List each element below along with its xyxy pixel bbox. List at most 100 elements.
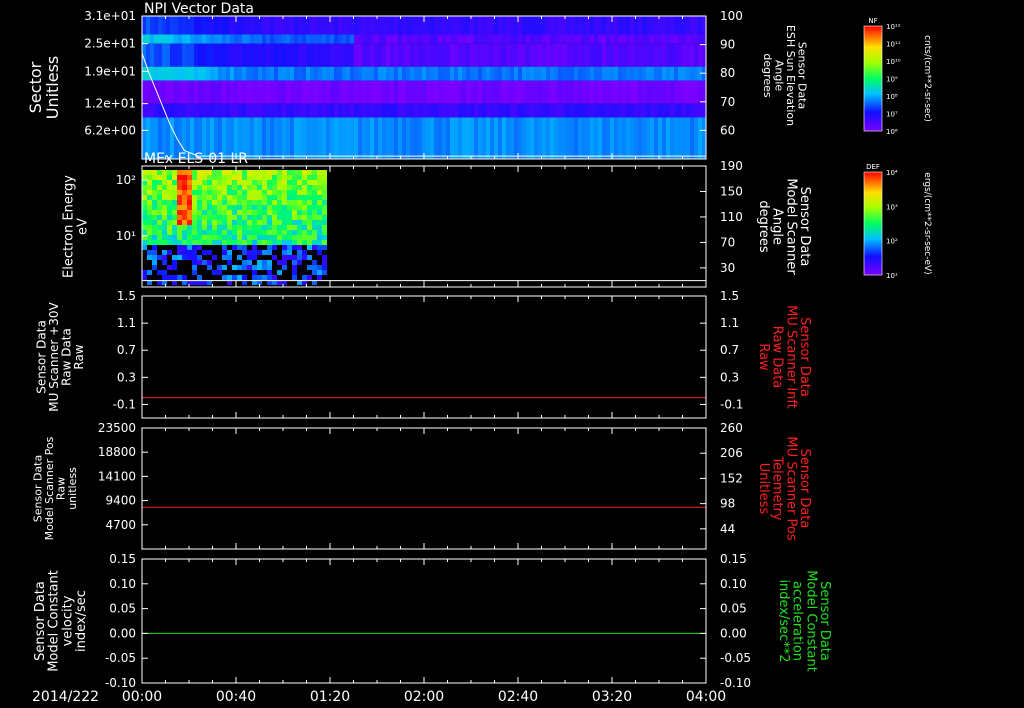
heatmap-cell (474, 16, 479, 35)
heatmap-cell (266, 80, 271, 104)
heatmap-cell (250, 80, 255, 104)
spectrogram-cell (312, 220, 317, 225)
spectrogram-cell (162, 240, 167, 245)
spectrogram-cell (247, 240, 252, 245)
heatmap-cell (150, 43, 155, 67)
spectrogram-cell (262, 175, 267, 180)
spectrogram-cell (277, 240, 282, 245)
spectrogram-cell (272, 235, 277, 240)
spectrogram-cell (152, 205, 157, 210)
spectrogram-cell (297, 250, 302, 255)
heatmap-cell (222, 66, 227, 81)
spectrogram-cell (167, 215, 172, 220)
heatmap-cell (642, 117, 647, 159)
spectrogram-cell (307, 235, 312, 240)
heatmap-cell (478, 80, 483, 104)
spectrogram-cell (147, 210, 152, 215)
spectrogram-cell (237, 255, 242, 260)
heatmap-cell (210, 34, 215, 44)
spectrogram-cell (287, 250, 292, 255)
heatmap-cell (518, 43, 523, 67)
spectrogram-cell (252, 240, 257, 245)
heatmap-cell (146, 16, 151, 35)
spectrogram-cell (322, 265, 327, 270)
heatmap-cell (486, 66, 491, 81)
heatmap-cell (674, 16, 679, 35)
heatmap-cell (618, 66, 623, 81)
heatmap-cell (390, 43, 395, 67)
nf-colorbar: NF10¹²10¹¹10¹⁰10⁹10⁸10⁷10⁶cnts/(cm**2-sr… (863, 17, 932, 136)
heatmap-cell (358, 80, 363, 104)
colorbar-units: ergs/(cm**2-sr-sec-eV) (922, 172, 932, 274)
spectrogram-cell (162, 175, 167, 180)
spectrogram-cell (297, 220, 302, 225)
heatmap-cell (546, 103, 551, 118)
heatmap-cell (206, 80, 211, 104)
colorbar-tick-label: 10⁸ (886, 93, 898, 101)
heatmap-cell (602, 117, 607, 159)
spectrogram-cell (297, 175, 302, 180)
heatmap-cell (594, 16, 599, 35)
heatmap-cell (630, 117, 635, 159)
heatmap-cell (574, 66, 579, 81)
heatmap-cell (210, 43, 215, 67)
spectrogram-cell (312, 200, 317, 205)
spectrogram-cell (177, 220, 182, 225)
heatmap-cell (146, 43, 151, 67)
heatmap-cell (474, 117, 479, 159)
spectrogram-cell (307, 240, 312, 245)
heatmap-cell (170, 103, 175, 118)
heatmap-cell (198, 34, 203, 44)
spectrogram-cell (257, 175, 262, 180)
heatmap-cell (386, 117, 391, 159)
heatmap-cell (534, 117, 539, 159)
heatmap-cell (466, 43, 471, 67)
spectrogram-cell (247, 170, 252, 175)
heatmap-cell (274, 103, 279, 118)
heatmap-cell (262, 34, 267, 44)
heatmap-cell (322, 80, 327, 104)
spectrogram-cell (227, 205, 232, 210)
heatmap-cell (162, 80, 167, 104)
heatmap-cell (174, 43, 179, 67)
spectrogram-cell (177, 235, 182, 240)
colorbar-tick-label: 10⁴ (886, 169, 898, 177)
spectrogram-cell (187, 250, 192, 255)
spectrogram-cell (142, 230, 147, 235)
y-tick-label: 110 (720, 210, 743, 224)
heatmap-cell (438, 103, 443, 118)
spectrogram-cell (222, 265, 227, 270)
heatmap-cell (286, 103, 291, 118)
heatmap-cell (570, 66, 575, 81)
spectrogram-cell (297, 260, 302, 265)
heatmap-cell (646, 66, 651, 81)
spectrogram-cell (217, 235, 222, 240)
y-tick-label: 10² (116, 173, 136, 187)
spectrogram-cell (322, 220, 327, 225)
spectrogram-cell (217, 215, 222, 220)
heatmap-cell (410, 117, 415, 159)
spectrogram-cell (212, 210, 217, 215)
heatmap-cell (522, 103, 527, 118)
heatmap-cell (146, 80, 151, 104)
heatmap-cell (410, 43, 415, 67)
spectrogram-cell (212, 230, 217, 235)
spectrogram-cell (257, 210, 262, 215)
heatmap-cell (622, 43, 627, 67)
heatmap-cell (334, 43, 339, 67)
spectrogram-cell (277, 170, 282, 175)
spectrogram-cell (207, 170, 212, 175)
heatmap-cell (274, 16, 279, 35)
spectrogram-cell (147, 250, 152, 255)
spectrogram-cell (187, 225, 192, 230)
heatmap-cell (426, 103, 431, 118)
spectrogram-cell (142, 225, 147, 230)
y-tick-label: 0.15 (109, 552, 136, 566)
spectrogram-cell (237, 210, 242, 215)
heatmap-cell (154, 80, 159, 104)
spectrogram-cell (197, 240, 202, 245)
spectrogram-cell (222, 210, 227, 215)
heatmap-cell (490, 43, 495, 67)
heatmap-cell (534, 103, 539, 118)
axis-label-line: Raw (72, 344, 86, 369)
